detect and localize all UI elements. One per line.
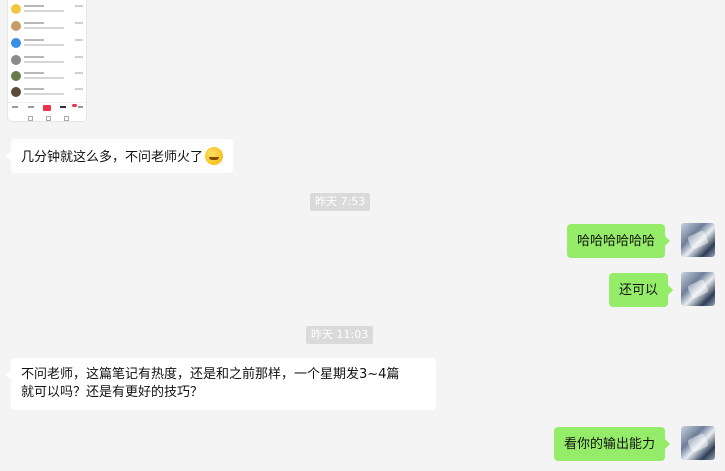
message-sent[interactable]: 还可以 [609, 273, 674, 307]
thumb-badge [72, 104, 77, 107]
thumb-list-item [8, 69, 86, 83]
timestamp: 昨天 7:53 [310, 193, 371, 211]
thumb-system-bar [8, 113, 86, 121]
thumb-bottom-nav [8, 102, 86, 113]
message-text: 几分钟就这么多，不问老师火了 [21, 150, 204, 165]
message-text-line: 不问老师，这篇笔记有热度，还是和之前那样，一个星期发3~4篇 [21, 367, 400, 382]
thumb-list-item [8, 85, 86, 99]
thumb-avatar [11, 4, 21, 14]
message-received[interactable]: 不问老师，这篇笔记有热度，还是和之前那样，一个星期发3~4篇 就可以吗？还是有更… [6, 358, 436, 410]
thumb-list-item [8, 19, 86, 33]
message-sent[interactable]: 看你的输出能力 [554, 427, 671, 461]
thumb-list-item [8, 2, 86, 16]
thumb-list-item [8, 36, 86, 50]
thumb-plus-icon [43, 105, 51, 111]
thumb-list-item [8, 53, 86, 67]
laughing-crying-emoji-icon [205, 147, 224, 165]
thumb-avatar [11, 55, 21, 65]
timestamp: 昨天 11:03 [306, 326, 374, 344]
thumb-avatar [11, 38, 21, 48]
message-received[interactable]: 几分钟就这么多，不问老师火了 [5, 139, 234, 173]
message-text: 还可以 [619, 283, 659, 298]
thumb-avatar [11, 21, 21, 31]
avatar[interactable] [681, 426, 715, 460]
message-text: 哈哈哈哈哈哈 [577, 234, 656, 249]
thumb-avatar [11, 87, 21, 97]
message-sent[interactable]: 哈哈哈哈哈哈 [567, 224, 671, 258]
message-text-line: 就可以吗？还是有更好的技巧？ [21, 385, 204, 400]
shared-screenshot-thumbnail[interactable] [8, 0, 86, 121]
message-text: 看你的输出能力 [564, 437, 656, 452]
avatar[interactable] [681, 223, 715, 257]
thumb-avatar [11, 71, 21, 81]
avatar[interactable] [681, 272, 715, 306]
